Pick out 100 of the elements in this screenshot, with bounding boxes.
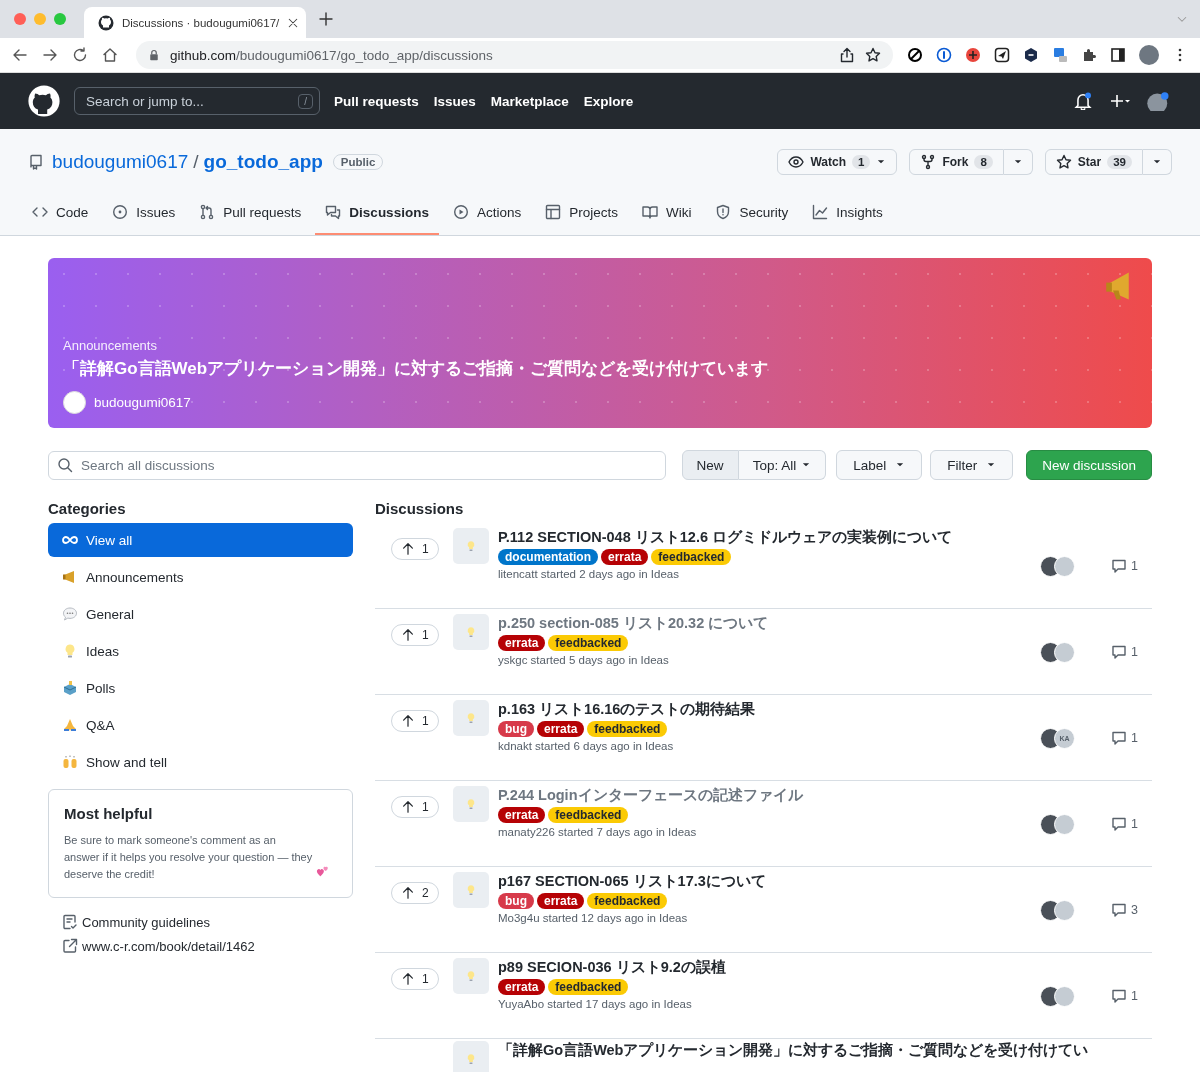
share-icon[interactable] (839, 47, 855, 63)
star-icon[interactable] (865, 47, 881, 63)
comment-count[interactable]: 1 (1111, 988, 1138, 1004)
repository-tab[interactable]: Projects (535, 191, 628, 235)
hexagon-icon[interactable] (1023, 47, 1039, 63)
sidebar-icon[interactable] (1110, 47, 1126, 63)
label-tag[interactable]: feedbacked (587, 721, 668, 737)
label-tag[interactable]: feedbacked (548, 807, 629, 823)
announcement-title[interactable]: 「詳解Go言語Webアプリケーション開発」に対するご指摘・ご質問などを受け付けています (63, 357, 769, 380)
browser-tab[interactable]: Discussions · budougumi0617/ (84, 7, 306, 38)
blocked-icon[interactable] (907, 47, 923, 63)
repository-tab[interactable]: Code (22, 191, 99, 235)
home-icon[interactable] (102, 47, 118, 63)
book-icon (641, 204, 658, 220)
nav-link[interactable]: Explore (583, 93, 634, 109)
discussion-title-link[interactable]: P.112 SECTION-048 リスト12.6 ログミドルウェアの実装例について (498, 528, 1041, 547)
search-field[interactable]: Search all discussions (48, 450, 666, 480)
comment-icon (1111, 816, 1128, 832)
category-item[interactable]: General (48, 597, 353, 631)
upvote-button[interactable]: 1 (391, 796, 439, 818)
category-item[interactable]: Q&A (48, 708, 353, 742)
label-tag[interactable]: errata (537, 893, 585, 909)
sidebar-link[interactable]: Community guidelines (48, 914, 353, 930)
label-tag[interactable]: errata (537, 721, 585, 737)
label-dropdown-button[interactable]: Label (836, 450, 923, 480)
label-tag[interactable]: errata (601, 549, 649, 565)
repository-tab[interactable]: Issues (102, 191, 186, 235)
participant-avatar (1054, 985, 1076, 1007)
lock-icon (148, 49, 160, 61)
repository-tab[interactable]: Insights (802, 191, 893, 235)
upvote-button[interactable]: 1 (391, 624, 439, 646)
nav-link[interactable]: Pull requests (334, 93, 419, 109)
forward-arrow-icon[interactable] (42, 47, 58, 63)
comment-count[interactable]: 1 (1111, 730, 1138, 746)
announcement-banner[interactable]: Announcements 「詳解Go言語Webアプリケーション開発」に対するご指摘・ご質問などを受け付けています budougumi0617 (48, 258, 1152, 428)
paper-plane-icon[interactable] (994, 47, 1010, 63)
category-item[interactable]: Ideas (48, 634, 353, 668)
repository-tab[interactable]: Wiki (631, 191, 702, 235)
discussion-meta: litencatt started 2 days ago in Ideas (498, 568, 680, 580)
light-bulb-icon (465, 1053, 477, 1065)
puzzle-icon[interactable] (1081, 47, 1097, 63)
repository-name-link[interactable]: go_todo_app (203, 151, 323, 173)
sidebar-link[interactable]: www.c-r.com/book/detail/1462 (48, 938, 353, 954)
category-item[interactable]: Show and tell (48, 745, 353, 779)
author-avatar (63, 391, 86, 414)
label-tag[interactable]: errata (498, 807, 546, 823)
search-field[interactable]: Search or jump to... / (74, 87, 320, 115)
repository-tab[interactable]: Security (705, 191, 799, 235)
repository-tab[interactable]: Discussions (315, 191, 439, 235)
discussion-title-link[interactable]: p167 SECTION-065 リスト17.3について (498, 872, 1041, 891)
star-button[interactable]: Star 39 (1044, 149, 1143, 175)
comment-count[interactable]: 1 (1111, 558, 1138, 574)
upvote-button[interactable]: 1 (391, 710, 439, 732)
discussion-title-link[interactable]: p89 SECION-036 リスト9.2の誤植 (498, 958, 1041, 977)
author-name[interactable]: budougumi0617 (94, 395, 191, 410)
upvote-button[interactable]: 1 (391, 968, 439, 990)
category-item[interactable]: Polls (48, 671, 353, 705)
plus-icon[interactable] (318, 11, 334, 27)
nav-link[interactable]: Issues (433, 93, 476, 109)
label-tag[interactable]: errata (498, 635, 546, 651)
watch-button[interactable]: Watch 1 (777, 149, 898, 175)
fork-button[interactable]: Fork 8 (909, 149, 1004, 175)
close-icon[interactable] (287, 16, 300, 29)
comment-count[interactable]: 1 (1111, 816, 1138, 832)
address-bar[interactable]: github.com/budougumi0617/go_todo_app/discussions (136, 41, 893, 69)
github-logo-icon[interactable] (28, 85, 60, 117)
sort-button[interactable]: Top: All (738, 450, 827, 480)
discussion-title-link[interactable]: 「詳解Go言語Webアプリケーション開発」に対するご指摘・ご質問などを受け付けてい (498, 1041, 1152, 1060)
label-tag[interactable]: bug (498, 721, 534, 737)
nav-link[interactable]: Marketplace (490, 93, 569, 109)
label-tag[interactable]: feedbacked (548, 979, 629, 995)
label-tag[interactable]: bug (498, 893, 534, 909)
plus-circle-icon[interactable] (965, 47, 981, 63)
count-badge: 8 (974, 155, 993, 169)
back-arrow-icon[interactable] (12, 47, 28, 63)
label-tag[interactable]: feedbacked (548, 635, 629, 651)
sort-button[interactable]: New (681, 450, 739, 480)
discussion-title-link[interactable]: p.250 section-085 リスト20.32 について (498, 614, 1041, 633)
label-tag[interactable]: documentation (498, 549, 598, 565)
discussion-title-link[interactable]: P.244 Loginインターフェースの記述ファイル (498, 786, 1041, 805)
repository-owner-link[interactable]: budougumi0617 (52, 151, 189, 173)
comment-count[interactable]: 3 (1111, 902, 1138, 918)
label-tag[interactable]: feedbacked (587, 893, 668, 909)
label-tag[interactable]: feedbacked (651, 549, 732, 565)
discussion-title-link[interactable]: p.163 リスト16.16のテストの期待結果 (498, 700, 1041, 719)
category-item[interactable]: View all (48, 523, 353, 557)
notification-bell-icon[interactable] (1074, 92, 1092, 110)
reload-icon[interactable] (72, 47, 88, 63)
comment-count[interactable]: 1 (1111, 644, 1138, 660)
participant-avatar (1054, 641, 1076, 663)
filter-dropdown-button[interactable]: Filter (930, 450, 1014, 480)
label-tag[interactable]: errata (498, 979, 546, 995)
upvote-button[interactable]: 1 (391, 538, 439, 560)
search-icon (57, 457, 73, 473)
repository-tab[interactable]: Actions (442, 191, 532, 235)
upvote-button[interactable]: 2 (391, 882, 439, 904)
category-item[interactable]: Announcements (48, 560, 353, 594)
comment-icon (1111, 644, 1128, 660)
repository-tab[interactable]: Pull requests (189, 191, 312, 235)
profile-avatar[interactable] (1139, 45, 1159, 65)
